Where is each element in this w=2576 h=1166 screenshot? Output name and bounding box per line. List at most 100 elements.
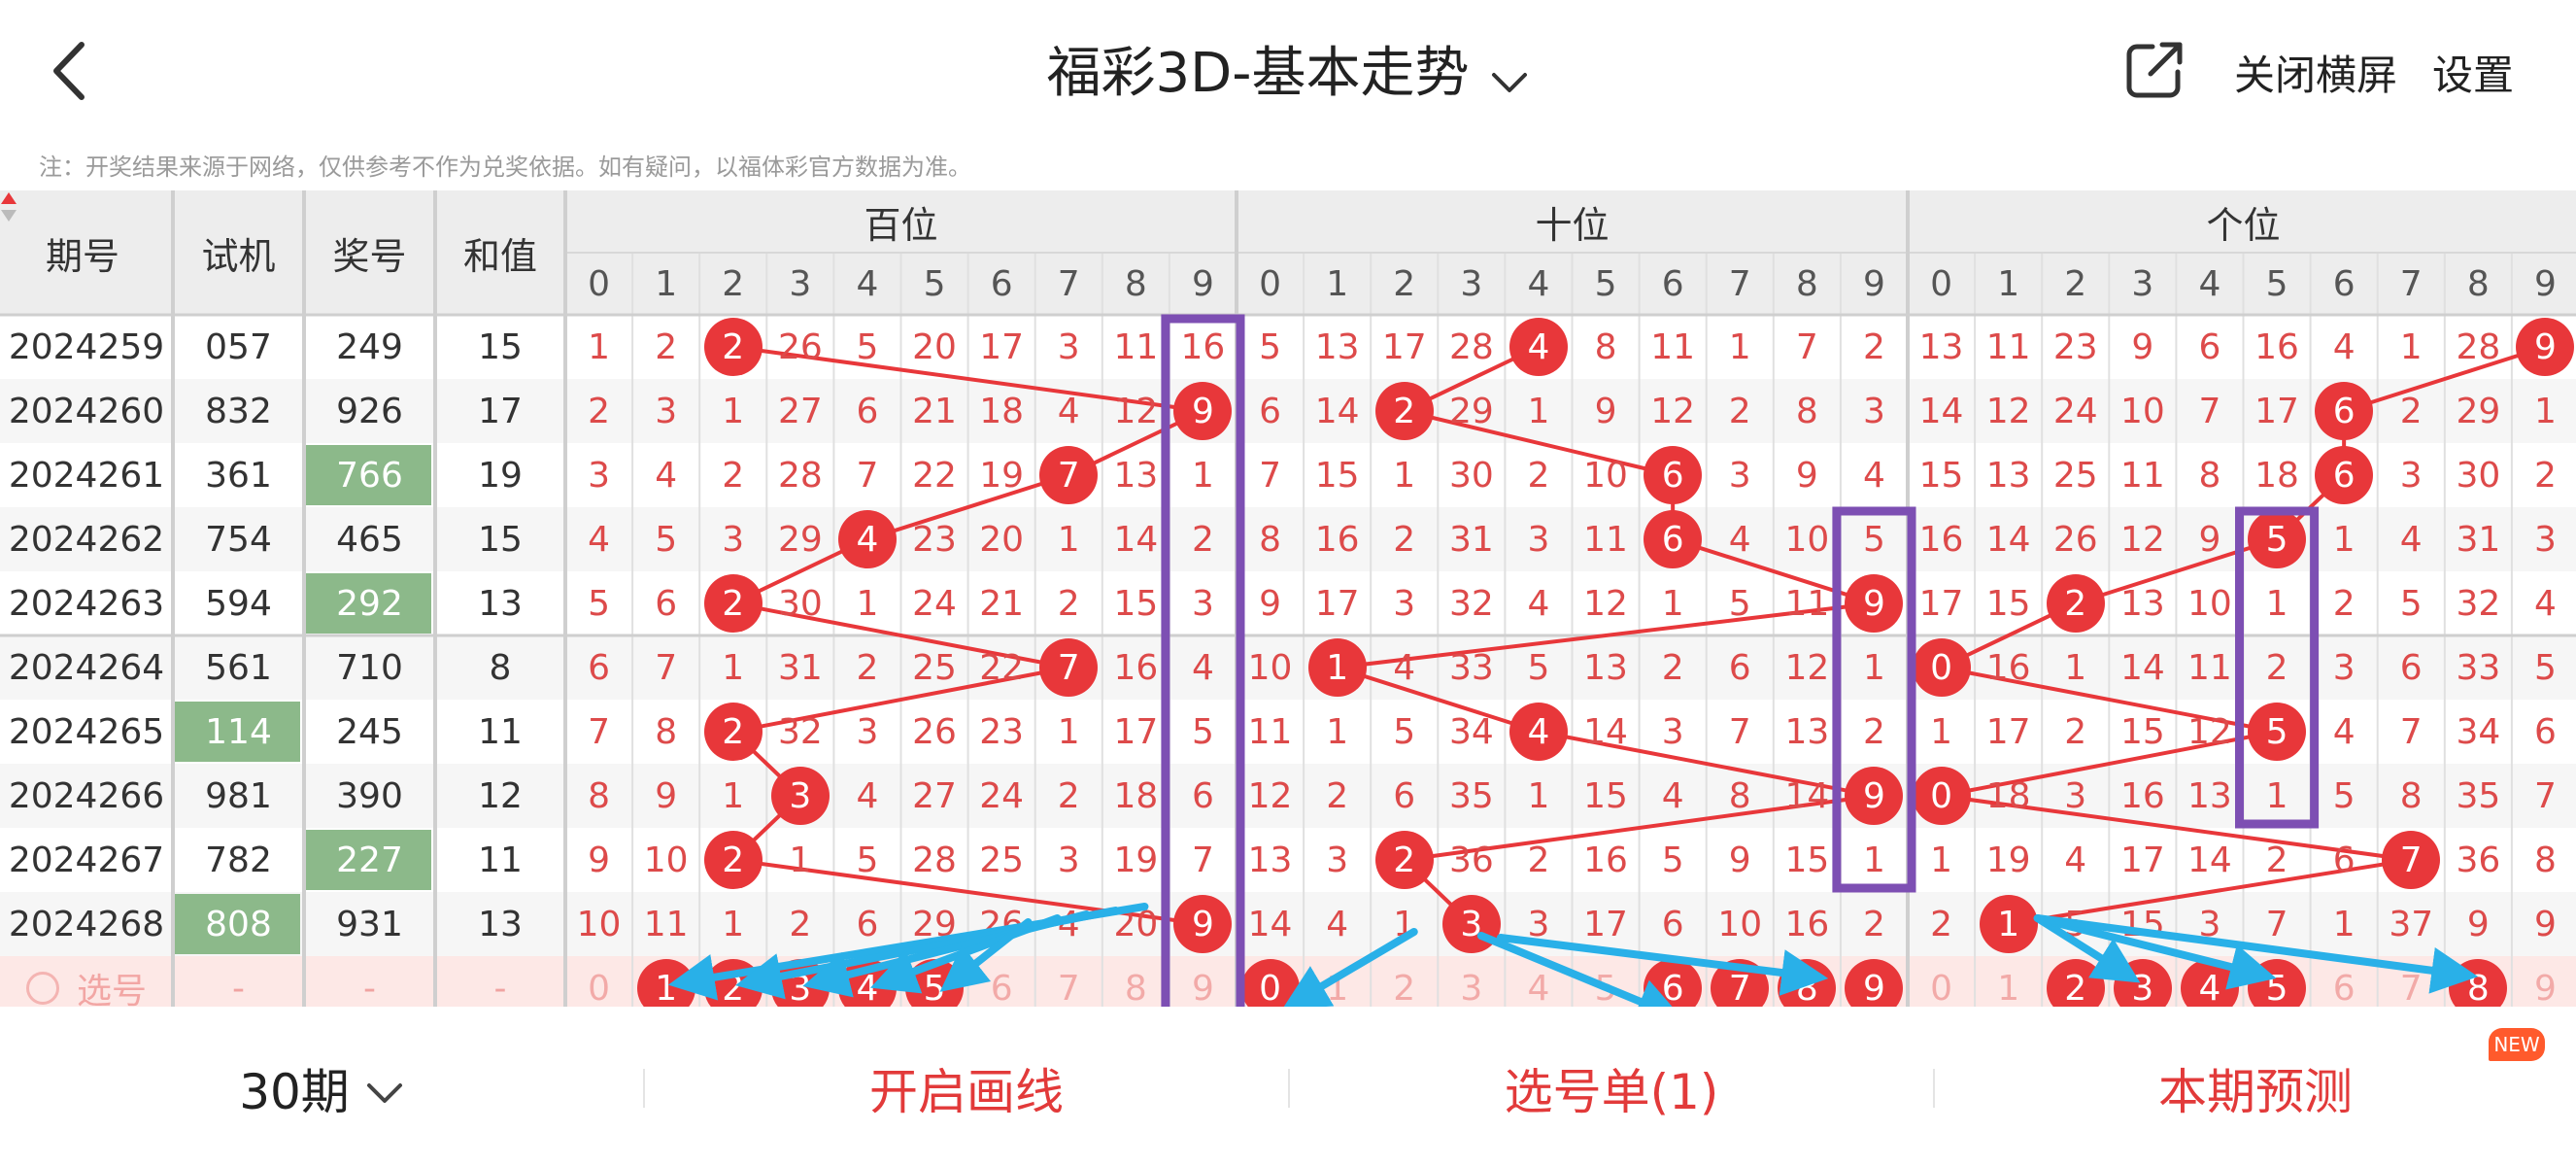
missing-count: 3 — [722, 519, 745, 560]
selected-number-ball[interactable]: 1 — [636, 959, 695, 1007]
cell-trial: 808 — [205, 904, 272, 944]
missing-count: 7 — [1795, 326, 1818, 367]
radio-icon — [25, 972, 59, 1005]
missing-count: 2 — [2399, 391, 2423, 431]
missing-count: 13 — [1583, 647, 1628, 688]
select-number[interactable]: 6 — [968, 956, 1035, 1008]
missing-count: 5 — [1191, 711, 1214, 752]
trend-table: 期号 试机 奖号 和值 百位 0 1 2 3 4 5 6 7 8 9 十位 0 1 2 3 4 5 6 7 8 9 个位 0 1 2 3 4 5… — [0, 190, 2576, 1007]
missing-count: 20 — [1113, 904, 1159, 944]
missing-count: 33 — [1448, 647, 1494, 688]
select-number[interactable]: 6 — [2311, 956, 2378, 1008]
missing-count: 4 — [1057, 904, 1080, 944]
cell-sum: 13 — [478, 583, 523, 624]
selected-number-ball[interactable]: 2 — [2046, 959, 2105, 1007]
draw-line-button[interactable]: 开启画线 — [645, 1011, 1288, 1166]
missing-count: 9 — [655, 775, 678, 816]
missing-count: 26 — [912, 711, 957, 752]
missing-count: 12 — [1985, 391, 2031, 431]
missing-count: 6 — [1191, 775, 1214, 816]
missing-count: 2 — [655, 326, 678, 367]
select-number[interactable]: 7 — [2378, 956, 2445, 1008]
settings-button[interactable]: 设置 — [2432, 43, 2514, 102]
missing-count: 12 — [1583, 583, 1628, 624]
select-number[interactable]: 3 — [1438, 956, 1505, 1008]
selected-number-ball[interactable]: 2 — [703, 959, 763, 1007]
select-number[interactable]: 1 — [1975, 956, 2042, 1008]
close-landscape-button[interactable]: 关闭横屏 — [2234, 43, 2397, 102]
cell-period: 2024265 — [8, 711, 165, 752]
missing-count: 4 — [1862, 455, 1885, 496]
missing-count: 4 — [2064, 840, 2087, 880]
missing-count: 1 — [2332, 904, 2356, 944]
missing-count: 8 — [2399, 775, 2423, 816]
missing-count: 16 — [1180, 326, 1226, 367]
missing-count: 20 — [912, 326, 957, 367]
missing-count: 21 — [912, 391, 957, 431]
cell-sum: 15 — [478, 326, 523, 367]
missing-count: 4 — [1661, 775, 1684, 816]
prediction-button[interactable]: 本期预测 — [1935, 1011, 2576, 1166]
cell-trial: 114 — [205, 711, 272, 752]
missing-count: 27 — [912, 775, 957, 816]
missing-count: 26 — [777, 326, 823, 367]
cell-prize: 766 — [336, 455, 403, 496]
missing-count: 5 — [1393, 711, 1416, 752]
missing-count: 14 — [2119, 647, 2165, 688]
select-number[interactable]: 1 — [1304, 956, 1371, 1008]
selected-number-ball[interactable]: 0 — [1240, 959, 1300, 1007]
missing-count: 9 — [2533, 904, 2557, 944]
select-number[interactable]: 8 — [1102, 956, 1169, 1008]
missing-count: 3 — [1393, 583, 1416, 624]
select-number[interactable]: 9 — [2512, 956, 2576, 1008]
select-number[interactable]: 7 — [1035, 956, 1102, 1008]
missing-count: 34 — [2456, 711, 2501, 752]
missing-count: 31 — [777, 647, 823, 688]
missing-count: 3 — [1527, 904, 1550, 944]
missing-count: 10 — [1583, 455, 1628, 496]
missing-count: 4 — [856, 775, 879, 816]
missing-count: 2 — [1527, 455, 1550, 496]
select-number[interactable]: 4 — [1505, 956, 1572, 1008]
select-number[interactable]: 9 — [1169, 956, 1237, 1008]
select-number[interactable]: 5 — [1573, 956, 1640, 1008]
cell-sum: 11 — [478, 840, 523, 880]
missing-count: 1 — [1930, 711, 1952, 752]
missing-count: 13 — [2119, 583, 2165, 624]
missing-count: 1 — [722, 904, 745, 944]
missing-count: 11 — [1985, 326, 2031, 367]
missing-count: 17 — [1381, 326, 1427, 367]
missing-count: 4 — [588, 519, 610, 560]
select-number[interactable]: 0 — [565, 956, 632, 1008]
missing-count: 29 — [912, 904, 957, 944]
missing-count: 6 — [2332, 840, 2356, 880]
missing-count: 18 — [2254, 455, 2299, 496]
page-title[interactable]: 福彩3D-基本走势 — [0, 29, 2576, 108]
hit-ball: 7 — [2382, 831, 2441, 889]
missing-count: 19 — [1985, 840, 2031, 880]
missing-count: 11 — [1650, 326, 1696, 367]
period-count-selector[interactable]: 30期 — [0, 1011, 643, 1166]
missing-count: 6 — [655, 583, 678, 624]
selection-list-button[interactable]: 选号单(1) — [1290, 1011, 1933, 1166]
share-icon[interactable] — [2123, 39, 2186, 101]
cell-period: 2024262 — [8, 519, 165, 560]
cell-sum: 15 — [478, 519, 523, 560]
select-label[interactable]: 选号 — [0, 956, 173, 1007]
hit-ball: 4 — [1508, 318, 1568, 376]
missing-count: 5 — [2399, 583, 2423, 624]
missing-count: 2 — [789, 904, 812, 944]
cell-sum: 17 — [478, 391, 523, 431]
missing-count: 2 — [1527, 840, 1550, 880]
select-number[interactable]: 0 — [1908, 956, 1975, 1008]
missing-count: 4 — [1527, 583, 1550, 624]
missing-count: 19 — [979, 455, 1025, 496]
missing-count: 33 — [2456, 647, 2501, 688]
missing-count: 13 — [1918, 326, 1964, 367]
missing-count: 18 — [1113, 775, 1159, 816]
missing-count: 19 — [1113, 840, 1159, 880]
missing-count: 9 — [2198, 519, 2221, 560]
missing-count: 20 — [979, 519, 1025, 560]
cell-trial: 832 — [205, 391, 272, 431]
select-number[interactable]: 2 — [1371, 956, 1438, 1008]
